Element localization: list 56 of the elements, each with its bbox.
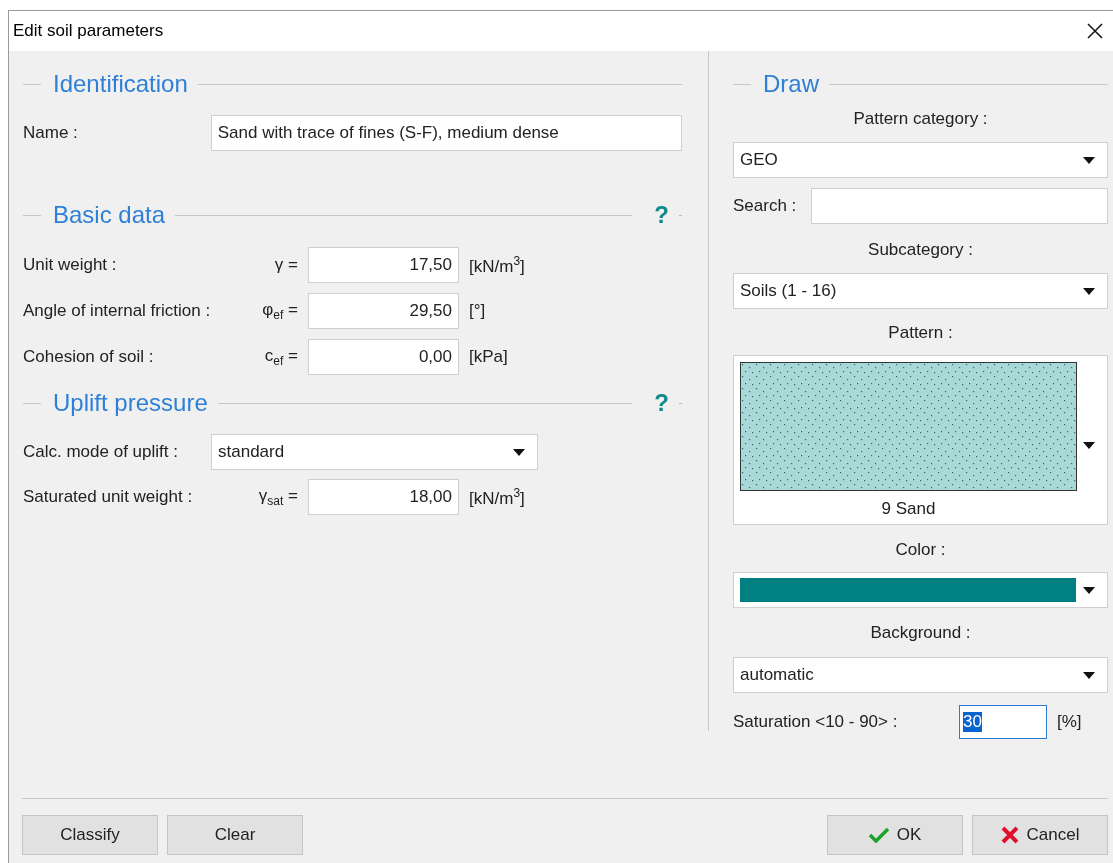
unit-label: [kN/m$^{3}$] (469, 485, 525, 509)
field-label: Pattern : (887, 323, 954, 343)
pattern-name: 9 Sand (880, 499, 937, 519)
field-label: Name : (23, 123, 79, 143)
field-label: Unit weight : (23, 255, 117, 275)
section-heading: Basic data (53, 201, 166, 229)
field-label: Calc. mode of uplift : (23, 442, 179, 462)
color-dropdown[interactable] (733, 572, 1108, 608)
help-icon[interactable]: ? (654, 389, 669, 417)
section-heading: Identification (53, 70, 188, 98)
dropdown[interactable]: automatic (733, 657, 1108, 693)
cross-icon (1000, 826, 1019, 844)
search-field[interactable] (811, 188, 1108, 224)
symbol-label: φ$_{ef}$ = (262, 299, 298, 323)
unit-label: [kN/m$^{3}$] (469, 253, 525, 277)
push-button[interactable]: Classify (22, 815, 158, 855)
field-label: Subcategory : (867, 240, 974, 260)
section-heading: Uplift pressure (53, 389, 208, 417)
field-label: Color : (894, 540, 947, 560)
field-label: Angle of internal friction : (23, 301, 211, 321)
number-field[interactable]: 0,00 (308, 339, 459, 375)
dropdown[interactable]: Soils (1 - 16) (733, 273, 1108, 309)
caret-icon (1083, 442, 1095, 449)
pattern-selector[interactable]: 9 Sand (733, 355, 1108, 525)
name-field[interactable]: Sand with trace of fines (S-F), medium dense (210, 115, 682, 151)
number-field[interactable]: 18,00 (308, 479, 459, 515)
section-heading: Draw (763, 70, 819, 98)
saturation-field[interactable]: 30 (959, 705, 1047, 739)
symbol-label: γ$_{sat}$ = (258, 485, 298, 509)
number-field[interactable]: 17,50 (308, 247, 459, 283)
field-label: Saturated unit weight : (23, 487, 193, 507)
caret-icon (1083, 586, 1095, 594)
field-label: Cohesion of soil : (23, 347, 154, 367)
dropdown[interactable]: standard (211, 434, 538, 470)
unit-label: [kPa] (469, 347, 508, 367)
help-icon[interactable]: ? (654, 201, 669, 229)
caret-icon (1083, 671, 1095, 679)
caret-icon (1083, 287, 1095, 295)
push-button[interactable]: Clear (167, 815, 303, 855)
close-icon[interactable] (1087, 23, 1103, 39)
field-label: Saturation <10 - 90> : (733, 712, 899, 732)
field-label: Pattern category : (852, 109, 989, 129)
caret-icon (1083, 156, 1095, 164)
cancel-button[interactable]: Cancel (972, 815, 1108, 855)
unit-label: [°] (469, 301, 486, 321)
check-icon (868, 827, 889, 843)
dropdown[interactable]: GEO (733, 142, 1108, 178)
unit-label: [%] (1057, 712, 1082, 732)
ok-button[interactable]: OK (827, 815, 963, 855)
number-field[interactable]: 29,50 (308, 293, 459, 329)
field-label: Search : (733, 196, 798, 216)
symbol-label: c$_{ef}$ = (264, 345, 298, 369)
caret-icon (513, 448, 525, 456)
window-title: Edit soil parameters (13, 21, 164, 41)
field-label: Background : (869, 623, 972, 643)
symbol-label: γ = (274, 255, 298, 275)
